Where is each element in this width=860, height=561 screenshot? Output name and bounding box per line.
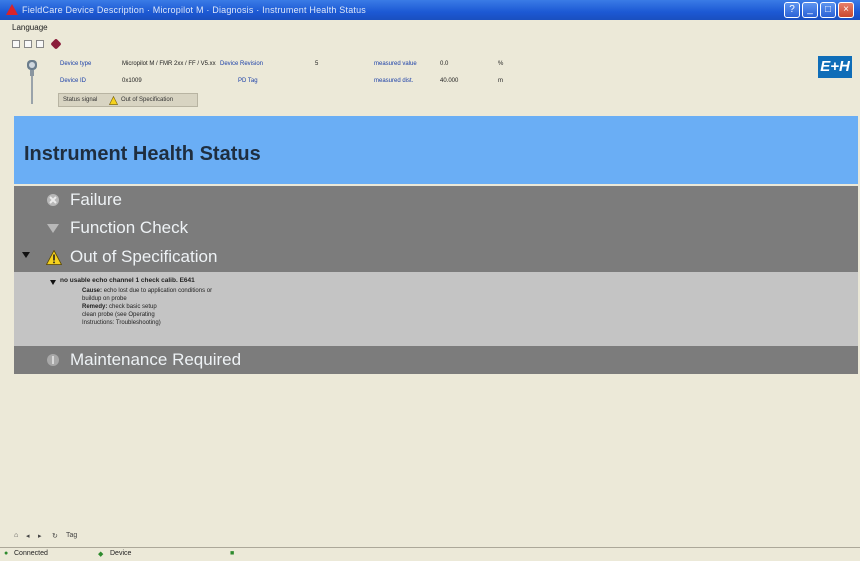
measured-value-label: measured value	[374, 61, 417, 67]
device-id-label: Device ID	[60, 78, 87, 84]
category-label: Out of Specification	[70, 247, 218, 266]
device-icon[interactable]	[50, 38, 62, 50]
help-button[interactable]: ?	[784, 2, 800, 18]
connection-status: Connected	[14, 550, 48, 557]
remedy-text-2: clean probe (see Operating	[82, 312, 155, 318]
cause-text-2: buildup on probe	[82, 296, 127, 302]
page-icon[interactable]	[12, 40, 20, 48]
pd-tag-label: PD Tag	[238, 78, 258, 84]
maintenance-icon	[47, 354, 59, 366]
page-title: Instrument Health Status	[24, 143, 261, 165]
measured-distance-unit: m	[498, 78, 503, 84]
toolbar	[12, 38, 92, 50]
category-maintenance-required[interactable]: Maintenance Required	[14, 346, 858, 374]
device-revision-value: 5	[315, 61, 319, 67]
bottom-toolbar: ⌂ ◂ ▸ ↻ Tag	[14, 530, 858, 544]
radar-sensor-icon	[27, 60, 37, 104]
device-header: Device type Micropilot M / FMR 2xx / FF …	[12, 50, 858, 112]
app-icon	[6, 4, 18, 15]
status-signal-box: Status signal Out of Specification	[58, 93, 198, 107]
window-titlebar: FieldCare Device Description · Micropilo…	[0, 0, 860, 20]
status-signal-value: Out of Specification	[121, 97, 174, 103]
print-icon[interactable]	[24, 40, 32, 48]
category-label: Function Check	[70, 218, 189, 237]
health-status-panel: Instrument Health Status Failure Functio…	[14, 116, 858, 528]
measured-value-unit: %	[498, 61, 504, 67]
remedy-text: check basic setup	[109, 304, 157, 310]
home-icon[interactable]: ⌂	[14, 532, 18, 539]
category-failure[interactable]: Failure	[14, 186, 858, 214]
warning-small-icon	[109, 96, 118, 105]
window-title: FieldCare Device Description · Micropilo…	[22, 5, 367, 15]
status-signal-label: Status signal	[63, 97, 98, 103]
remedy-text-3: Instructions: Troubleshooting)	[82, 320, 161, 326]
statusbar: ● Connected ◆ Device ■	[0, 547, 860, 561]
grid-icon[interactable]	[36, 40, 44, 48]
minimize-button[interactable]: _	[802, 2, 818, 18]
failure-icon	[47, 194, 59, 206]
device-mode: Device	[110, 550, 132, 557]
forward-icon[interactable]: ▸	[38, 532, 42, 540]
remedy-label: Remedy:	[82, 304, 108, 310]
refresh-icon[interactable]: ↻	[52, 532, 58, 540]
category-label: Failure	[70, 190, 122, 209]
menubar: Language	[0, 20, 860, 34]
bottom-tag-label[interactable]: Tag	[66, 532, 77, 539]
function-check-icon	[47, 224, 59, 233]
cause-label: Cause:	[82, 288, 103, 294]
device-status-icon: ◆	[98, 551, 104, 558]
warning-triangle-icon	[46, 250, 62, 265]
maximize-button[interactable]: □	[820, 2, 836, 18]
expand-arrow-icon[interactable]	[22, 252, 30, 258]
cause-text: echo lost due to application conditions …	[103, 288, 213, 294]
device-type-value: Micropilot M / FMR 2xx / FF / V5.xx	[122, 61, 216, 67]
category-out-of-specification[interactable]: Out of Specification	[14, 242, 858, 272]
back-icon[interactable]: ◂	[26, 532, 30, 540]
detail-expand-arrow-icon[interactable]	[50, 280, 56, 285]
category-function-check[interactable]: Function Check	[14, 214, 858, 242]
measured-distance-label: measured dist.	[374, 78, 414, 84]
device-id-value: 0x1009	[122, 78, 142, 84]
device-revision-label: Device Revision	[220, 61, 264, 67]
connected-icon: ●	[4, 550, 9, 557]
close-button[interactable]: ×	[838, 2, 854, 18]
device-type-label: Device type	[60, 61, 92, 67]
measured-distance-value: 40.000	[440, 78, 459, 84]
measured-value-value: 0.0	[440, 61, 449, 67]
network-icon: ■	[230, 550, 235, 557]
health-title-banner: Instrument Health Status	[14, 116, 858, 184]
diagnostic-detail: no usable echo channel 1 check calib. E6…	[14, 272, 858, 346]
menu-language[interactable]: Language	[12, 23, 48, 32]
diagnostic-message: no usable echo channel 1 check calib. E6…	[60, 277, 195, 284]
endress-hauser-logo: E+H	[818, 56, 852, 78]
category-label: Maintenance Required	[70, 350, 242, 369]
